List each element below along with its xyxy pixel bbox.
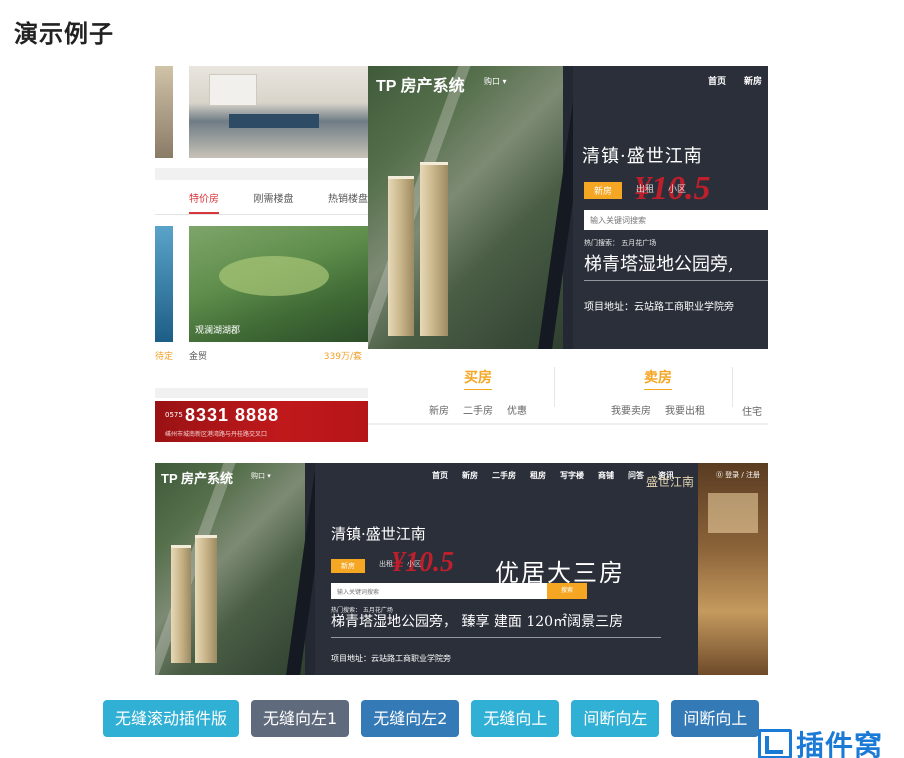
brand-logo: 盛世江南 — [645, 475, 694, 489]
logo-icon — [758, 729, 792, 758]
tab-hot-sale[interactable]: 热销楼盘 — [328, 190, 368, 214]
strip-photo-sliver — [155, 66, 173, 158]
strip-divider — [155, 214, 368, 215]
search-input[interactable]: 输入关键词搜索 — [331, 583, 547, 599]
tower-building — [420, 162, 448, 336]
listing-name[interactable]: 金贸 — [189, 349, 207, 362]
photo-caption: 观澜湖湖郡 — [195, 326, 241, 336]
quick-link[interactable]: 我要出租 — [665, 402, 705, 417]
search-tabs: 新房 出租 小区 — [331, 559, 421, 573]
quick-nav-sell: 卖房 我要卖房 我要出租 — [578, 349, 738, 417]
listing-price: 339万/套 — [323, 352, 362, 362]
project-address: 项目地址：云站路工商职业学院旁 — [584, 302, 734, 313]
nav-item[interactable]: 首页 — [432, 470, 448, 481]
quick-nav-sell-title[interactable]: 卖房 — [644, 367, 672, 390]
slogan: 梯青塔湿地公园旁， 臻享 建面 120㎡阔景三房 — [331, 614, 624, 630]
demo-buttons: 无缝滚动插件版 无缝向左1 无缝向左2 无缝向上 间断向左 间断向上 — [103, 700, 760, 737]
search-tab[interactable]: 小区 — [407, 559, 421, 573]
seamless-plugin-button[interactable]: 无缝滚动插件版 — [103, 700, 240, 737]
quick-link[interactable]: 优惠 — [507, 402, 527, 417]
tab-essential[interactable]: 刚需楼盘 — [254, 190, 294, 214]
interior-photo — [698, 463, 768, 675]
ad-area-code: 0575 — [165, 411, 183, 419]
quick-nav-residence: 住宅 — [742, 349, 772, 418]
project-title: 清镇·盛世江南 — [331, 525, 426, 543]
left-scroll-strip: 特价房 刚需楼盘 热销楼盘 观澜湖湖郡 待定 金贸 339万/套 0575 83… — [155, 66, 368, 442]
tower-building — [388, 176, 414, 336]
seamless-left-2-button[interactable]: 无缝向左2 — [361, 700, 460, 737]
city-selector[interactable]: 购口 ▾ — [251, 471, 271, 481]
nav-item[interactable]: 商铺 — [598, 470, 614, 481]
kitchen-photo — [189, 66, 368, 158]
search-tab[interactable]: 出租 — [379, 559, 393, 573]
strip-band — [155, 388, 368, 398]
slogan-rule — [584, 280, 768, 281]
quick-link[interactable]: 新房 — [429, 402, 449, 417]
search-tab-new[interactable]: 新房 — [331, 559, 365, 573]
top-nav: 首页 新房 二手房 租房 写字楼 商铺 问答 资讯 — [432, 470, 674, 481]
top-nav: 首页 新房 — [708, 74, 762, 87]
login-link[interactable]: ⓪ 登录 / 注册 — [716, 470, 760, 480]
quick-link[interactable]: 我要卖房 — [611, 402, 651, 417]
interval-up-button[interactable]: 间断向上 — [671, 700, 760, 737]
seamless-left-1-button[interactable]: 无缝向左1 — [251, 700, 350, 737]
tower-building — [171, 545, 191, 663]
quick-nav-buy: 买房 新房 二手房 优惠 — [398, 349, 558, 417]
banner-preview-1[interactable]: TP 房产系统 购口 ▾ 首页 新房 清镇·盛世江南 ¥10.5 新房 出租 小… — [368, 66, 768, 349]
search-button[interactable]: 搜索 — [547, 583, 587, 599]
city-selector[interactable]: 购口 ▾ — [484, 76, 507, 87]
nav-item[interactable]: 二手房 — [492, 470, 516, 481]
search-tab-rent[interactable]: 出租 — [636, 182, 654, 199]
seamless-up-button[interactable]: 无缝向上 — [471, 700, 560, 737]
site-logo[interactable]: TP 房产系统 — [161, 468, 233, 487]
nav-home[interactable]: 首页 — [708, 74, 726, 87]
strip-band — [155, 168, 368, 180]
quick-nav-separator — [732, 367, 733, 407]
search-tabs: 新房 出租 小区 — [584, 182, 686, 199]
search-tab-community[interactable]: 小区 — [668, 182, 686, 199]
tab-special-price[interactable]: 特价房 — [189, 190, 219, 214]
tower-building — [195, 535, 217, 663]
quick-nav: 买房 新房 二手房 优惠 卖房 我要卖房 我要出租 住宅 — [368, 349, 768, 425]
project-address: 项目地址：云站路工商职业学院旁 — [331, 654, 451, 663]
nav-item[interactable]: 新房 — [462, 470, 478, 481]
strip-photo-sliver-blue — [155, 226, 173, 342]
ad-phone: 8331 8888 — [185, 405, 280, 425]
search-tab-new[interactable]: 新房 — [584, 182, 623, 199]
hot-search: 热门搜索： 五月花广场 — [584, 239, 657, 247]
project-title: 清镇·盛世江南 — [582, 146, 703, 167]
quick-link[interactable]: 二手房 — [463, 402, 493, 417]
strip-tabs: 特价房 刚需楼盘 热销楼盘 — [189, 190, 368, 214]
listing-status: 待定 — [155, 352, 174, 362]
ad-address: 嵊州市城南新区港湾路与丹桂路交叉口 — [165, 431, 268, 438]
nav-new-house[interactable]: 新房 — [744, 74, 762, 87]
page-title: 演示例子 — [14, 20, 114, 48]
quick-link[interactable]: 住宅 — [742, 403, 762, 418]
slogan: 梯青塔湿地公园旁, — [584, 254, 734, 275]
interval-left-button[interactable]: 间断向左 — [571, 700, 660, 737]
estate-aerial-photo[interactable]: 观澜湖湖郡 — [189, 226, 368, 342]
banner-preview-2[interactable]: TP 房产系统 购口 ▾ 首页 新房 二手房 租房 写字楼 商铺 问答 资讯 盛… — [155, 463, 768, 675]
phone-ad-banner[interactable]: 0575 8331 8888 嵊州市城南新区港湾路与丹桂路交叉口 — [155, 401, 368, 442]
watermark: 插件窝 — [758, 724, 883, 758]
slogan-rule — [331, 637, 661, 638]
quick-nav-separator — [554, 367, 555, 407]
site-logo[interactable]: TP 房产系统 — [376, 72, 465, 96]
quick-nav-buy-title[interactable]: 买房 — [464, 367, 492, 390]
nav-item[interactable]: 问答 — [628, 470, 644, 481]
search-input[interactable]: 输入关键词搜索 — [584, 210, 768, 230]
nav-item[interactable]: 租房 — [530, 470, 546, 481]
watermark-text: 插件窝 — [796, 729, 884, 758]
nav-item[interactable]: 写字楼 — [560, 470, 584, 481]
